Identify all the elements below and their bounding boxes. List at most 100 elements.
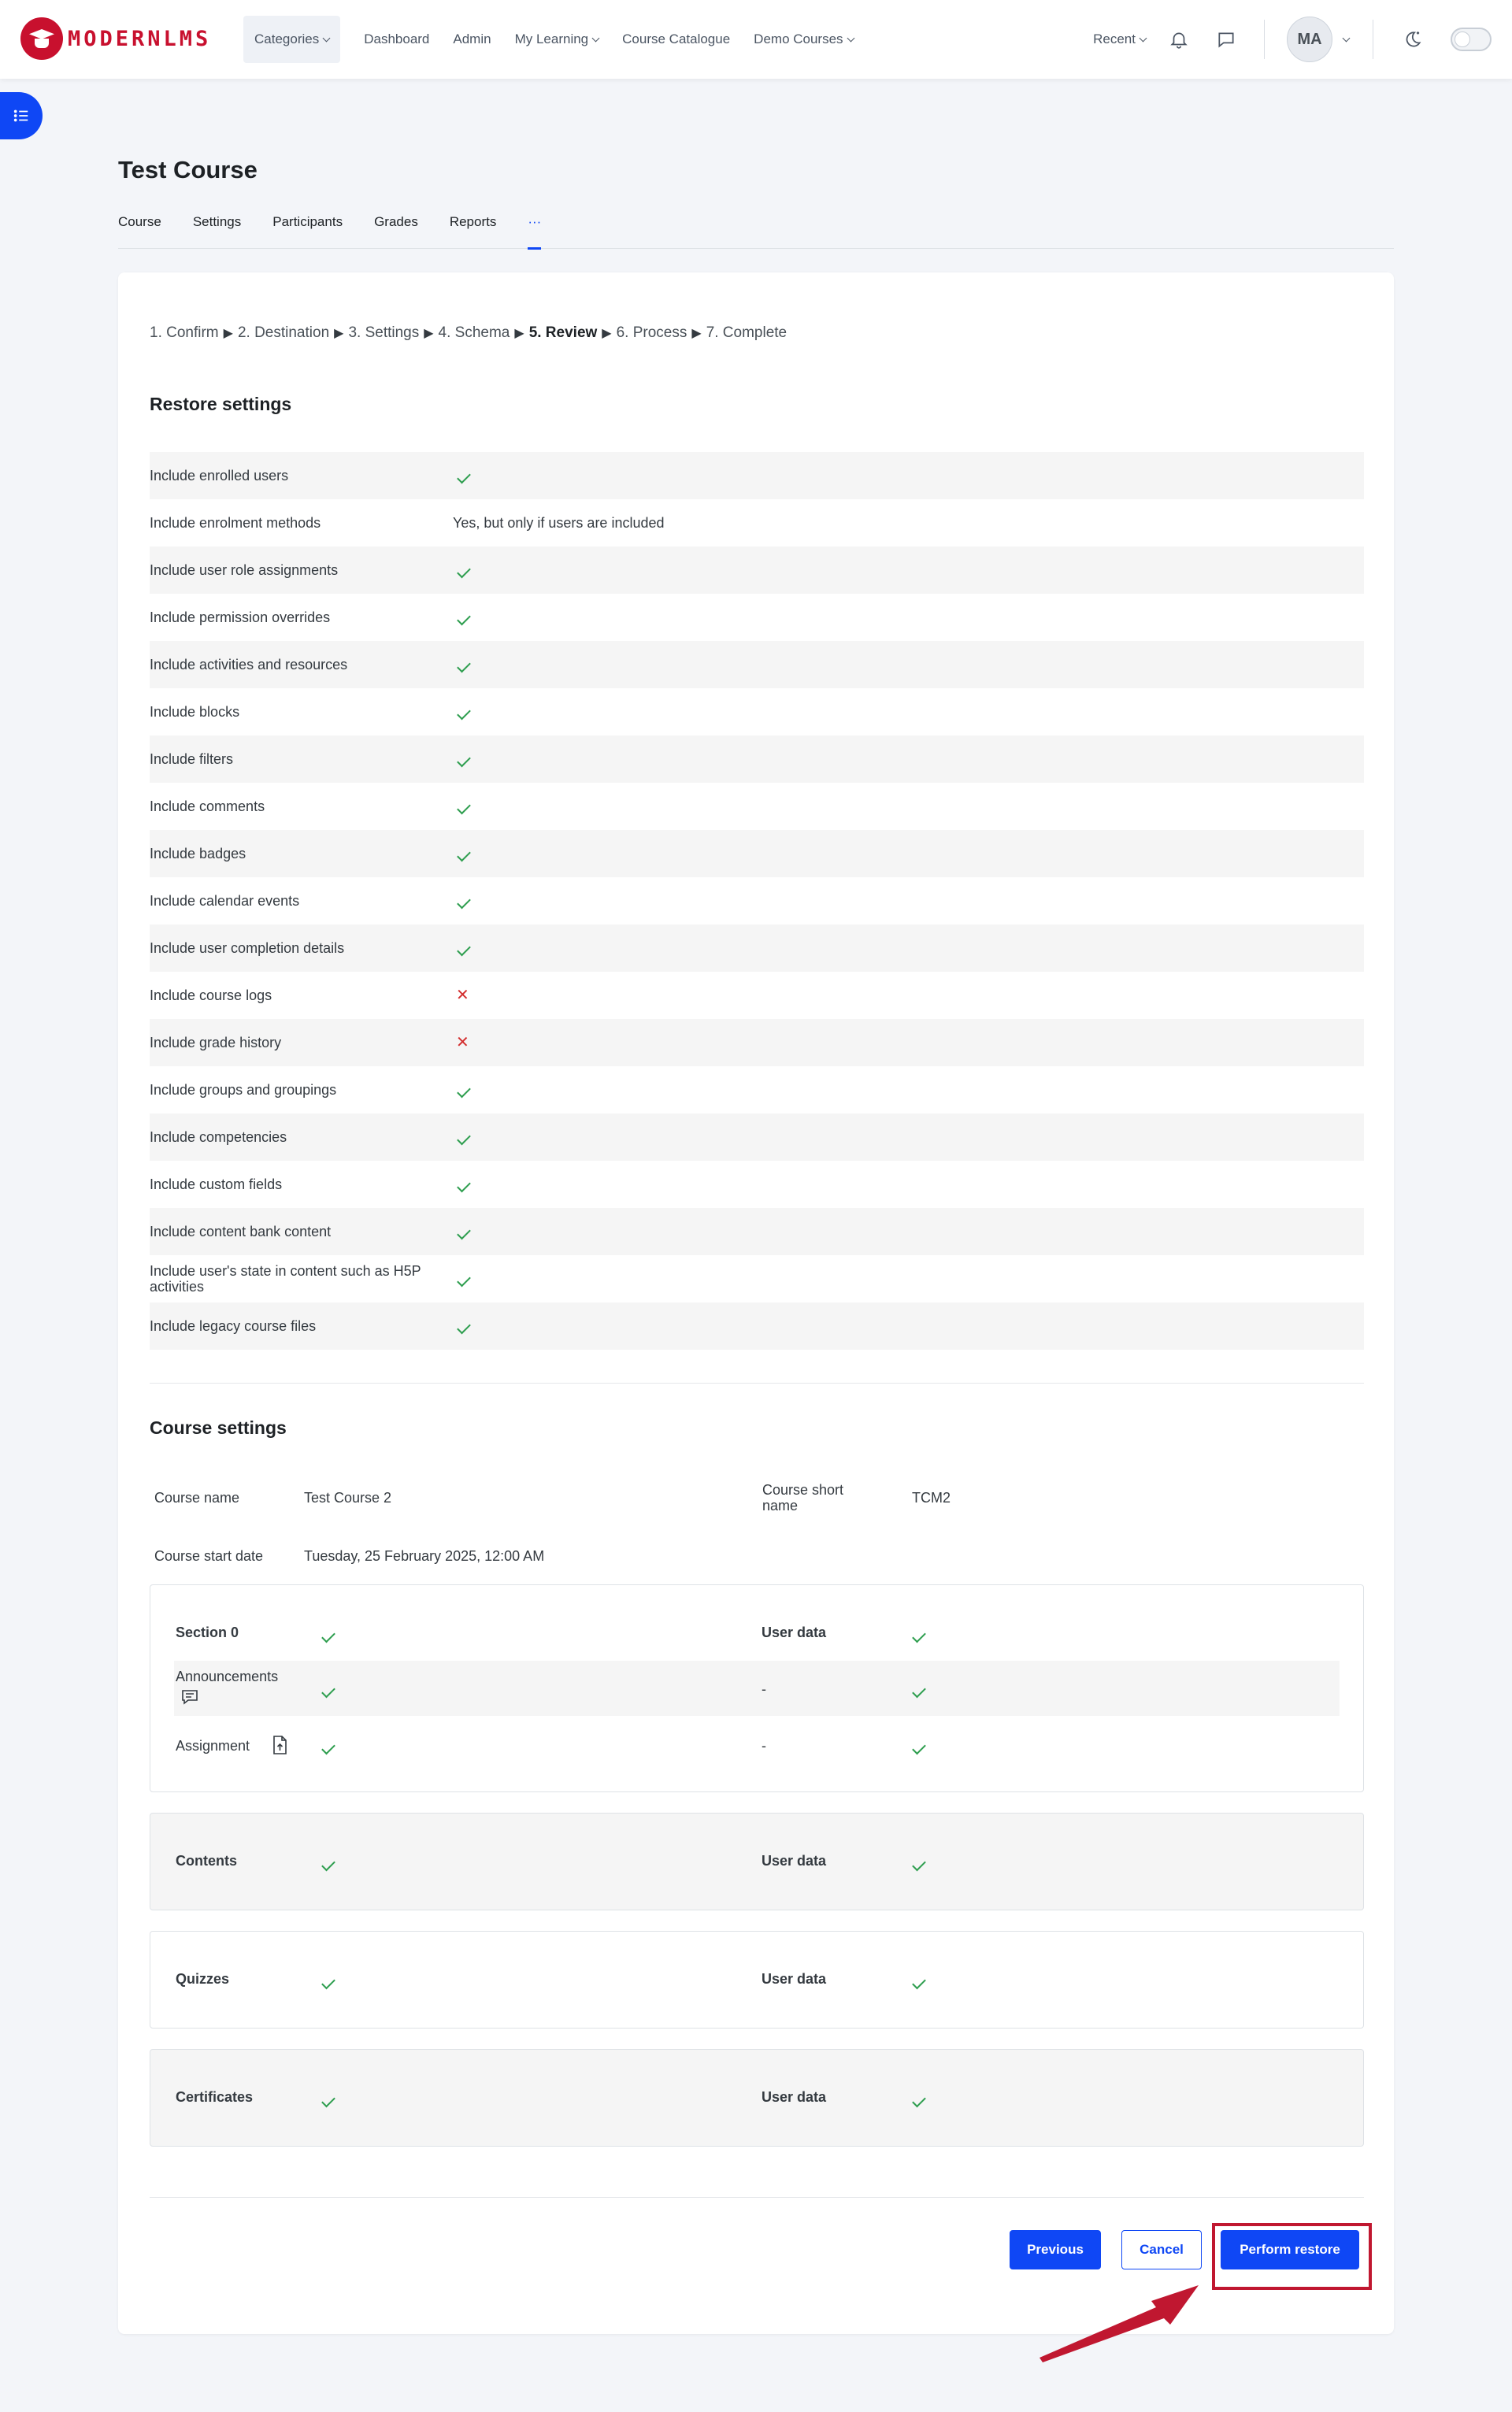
restore-setting-row: Include competencies [150, 1113, 1364, 1161]
restore-setting-row: Include course logs ✕ [150, 972, 1364, 1019]
assignment-user-data-check[interactable] [912, 1738, 926, 1756]
avatar[interactable]: MA [1287, 17, 1332, 62]
nav-demo-courses-label: Demo Courses [754, 31, 843, 46]
graduation-cap-icon [20, 17, 63, 60]
section-certificates-include-check[interactable] [321, 2091, 335, 2109]
step-separator: ▶ [691, 327, 702, 340]
section-contents-include-check[interactable] [321, 1854, 335, 1873]
restore-setting-label: Include filters [150, 751, 234, 767]
restore-setting-label: Include course logs [150, 987, 272, 1003]
brand-name: MODERNLMS [68, 26, 212, 51]
nav-dashboard[interactable]: Dashboard [352, 16, 441, 63]
announcements-include-check[interactable] [321, 1681, 335, 1699]
step-separator: ▶ [424, 327, 434, 340]
restore-setting-row: Include enrolled users [150, 452, 1364, 499]
course-short-name-label: Course short name [762, 1482, 844, 1514]
restore-setting-label: Include calendar events [150, 893, 300, 909]
assignment-include-check[interactable] [321, 1738, 335, 1756]
nav-course-catalogue[interactable]: Course Catalogue [610, 16, 742, 63]
restore-setting-row: Include activities and resources [150, 641, 1364, 688]
previous-button[interactable]: Previous [1010, 2230, 1101, 2269]
check-icon [453, 609, 1364, 626]
step-separator: ▶ [514, 327, 524, 340]
restore-setting-value: Yes, but only if users are included [453, 514, 665, 531]
section-0-include-check[interactable] [321, 1626, 335, 1644]
forum-icon [180, 1688, 199, 1711]
restore-setting-row: Include groups and groupings [150, 1066, 1364, 1113]
restore-setting-label: Include legacy course files [150, 1318, 317, 1334]
nav-demo-courses[interactable]: Demo Courses [742, 16, 865, 63]
tab-more[interactable]: ··· [528, 206, 541, 250]
restore-setting-label: Include activities and resources [150, 657, 348, 672]
toggle-knob [1455, 31, 1470, 47]
restore-setting-label: Include enrolled users [150, 468, 289, 484]
restore-setting-row: Include legacy course files [150, 1302, 1364, 1350]
page-title: Test Course [118, 156, 258, 183]
restore-setting-label: Include blocks [150, 704, 240, 720]
recent-label: Recent [1093, 31, 1136, 46]
tab-settings[interactable]: Settings [193, 206, 241, 249]
tab-course[interactable]: Course [118, 206, 161, 249]
section-contents-user-data-label: User data [762, 1853, 827, 1869]
section-quizzes-include-check[interactable] [321, 1973, 335, 1991]
chevron-down-icon[interactable] [1342, 34, 1351, 42]
step-separator: ▶ [602, 327, 612, 340]
course-secondary-navigation: Course Settings Participants Grades Repo… [118, 206, 1394, 250]
check-icon [453, 846, 1364, 862]
restore-setting-row: Include grade history ✕ [150, 1019, 1364, 1066]
restore-setting-row: Include blocks [150, 688, 1364, 735]
check-icon [453, 1129, 1364, 1146]
theme-toggle[interactable] [1451, 28, 1492, 51]
section-quizzes-user-data-check[interactable] [912, 1973, 926, 1991]
section-contents-title: Contents [176, 1853, 237, 1869]
restore-setting-label: Include content bank content [150, 1224, 332, 1239]
check-icon [453, 893, 1364, 910]
course-index-toggle[interactable] [0, 92, 43, 139]
bell-icon[interactable] [1163, 24, 1195, 55]
step-separator: ▶ [223, 327, 233, 340]
check-icon [453, 1271, 1364, 1288]
perform-restore-highlight-box [1212, 2223, 1372, 2290]
restore-review-card: 1. Confirm ▶ 2. Destination ▶ 3. Settings ▶… [118, 272, 1394, 2334]
check-icon [453, 468, 1364, 484]
step-settings: 3. Settings [348, 324, 420, 341]
chevron-down-icon [1139, 34, 1147, 42]
activity-assignment-name: Assignment [176, 1738, 250, 1754]
chat-icon[interactable] [1210, 24, 1242, 55]
restore-setting-label: Include user's state in content such as … [150, 1263, 421, 1295]
section-quizzes-title: Quizzes [176, 1971, 230, 1987]
restore-setting-row: Include enrolment methods Yes, but only i… [150, 499, 1364, 546]
primary-navigation: Categories Dashboard Admin My Learning C… [243, 16, 865, 63]
restore-setting-row: Include content bank content [150, 1208, 1364, 1255]
dark-mode-icon[interactable] [1397, 24, 1429, 55]
restore-setting-label: Include badges [150, 846, 246, 861]
restore-settings-table: Include enrolled users Include enrolment … [150, 452, 1364, 1350]
assignment-user-data-dash: - [762, 1738, 766, 1754]
check-icon [453, 1176, 1364, 1193]
chevron-down-icon [322, 34, 331, 42]
restore-progress-steps: 1. Confirm ▶ 2. Destination ▶ 3. Settings ▶… [150, 324, 787, 342]
section-quizzes-user-data-label: User data [762, 1971, 827, 1987]
step-separator: ▶ [334, 327, 344, 340]
site-logo[interactable]: MODERNLMS [20, 17, 211, 60]
tab-reports[interactable]: Reports [450, 206, 497, 249]
restore-setting-row: Include permission overrides [150, 594, 1364, 641]
restore-setting-label: Include comments [150, 798, 265, 814]
recent-menu[interactable]: Recent [1093, 31, 1147, 47]
nav-admin[interactable]: Admin [441, 16, 502, 63]
tab-participants[interactable]: Participants [272, 206, 343, 249]
course-name-label: Course name [154, 1490, 240, 1506]
section-contents-box: Contents User data [150, 1813, 1364, 1910]
nav-my-learning[interactable]: My Learning [503, 16, 611, 63]
tab-grades[interactable]: Grades [374, 206, 418, 249]
nav-categories[interactable]: Categories [243, 16, 341, 63]
check-icon [453, 1082, 1364, 1099]
cross-icon: ✕ [456, 1033, 469, 1051]
cancel-button[interactable]: Cancel [1121, 2230, 1202, 2269]
section-certificates-user-data-check[interactable] [912, 2091, 926, 2109]
section-0-user-data-check[interactable] [912, 1626, 926, 1644]
step-schema: 4. Schema [438, 324, 510, 341]
section-contents-user-data-check[interactable] [912, 1854, 926, 1873]
announcements-user-data-check[interactable] [912, 1681, 926, 1699]
activity-row-background [174, 1661, 1340, 1716]
